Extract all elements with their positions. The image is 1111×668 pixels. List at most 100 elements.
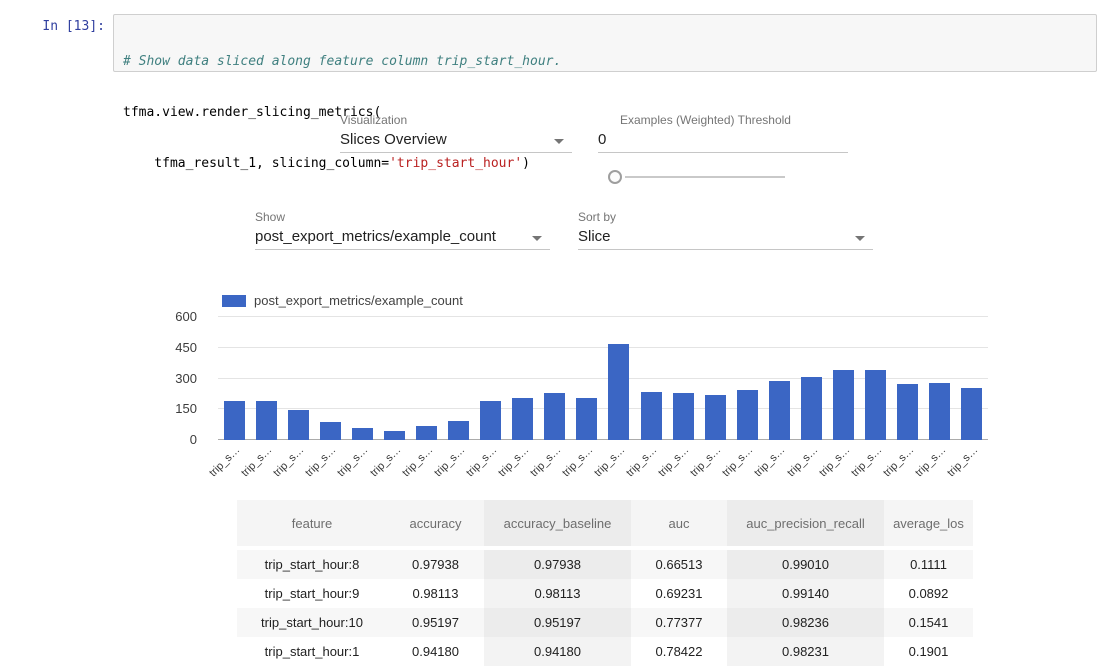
code-line-3: tfma_result_1, slicing_column='trip_star… [123, 155, 1087, 172]
bar-slot [443, 317, 475, 440]
bar[interactable] [480, 401, 501, 440]
bar[interactable] [608, 344, 629, 440]
bar-slot [282, 317, 314, 440]
bar-slot [795, 317, 827, 440]
threshold-slider[interactable] [608, 170, 788, 185]
code-line-2: tfma.view.render_slicing_metrics( [123, 104, 1087, 121]
column-header[interactable]: auc_precision_recall [727, 500, 884, 550]
table-cell: 0.1901 [884, 637, 973, 666]
bar[interactable] [352, 428, 373, 440]
chevron-down-icon[interactable] [532, 236, 542, 241]
bar[interactable] [673, 393, 694, 440]
bar-slot [378, 317, 410, 440]
table-cell: 0.99010 [727, 550, 884, 579]
bar[interactable] [769, 381, 790, 440]
table-cell: 0.94180 [484, 637, 631, 666]
sort-by-value: Slice [578, 228, 611, 245]
table-cell: 0.69231 [631, 579, 727, 608]
threshold-value: 0 [598, 131, 606, 148]
bar-slot [924, 317, 956, 440]
table-cell: 0.78422 [631, 637, 727, 666]
table-cell: trip_start_hour:9 [237, 579, 387, 608]
bar[interactable] [576, 398, 597, 440]
table-row: trip_start_hour:90.981130.981130.692310.… [237, 579, 973, 608]
legend-label: post_export_metrics/example_count [254, 293, 463, 308]
bars [218, 317, 988, 440]
bar[interactable] [448, 421, 469, 440]
bar-slot [346, 317, 378, 440]
page: In [13]: # Show data sliced along featur… [0, 0, 1111, 668]
bar-slot [699, 317, 731, 440]
table-cell: 0.98231 [727, 637, 884, 666]
show-dropdown[interactable]: post_export_metrics/example_count [255, 227, 550, 250]
table-cell: 0.97938 [387, 550, 484, 579]
bar-slot [250, 317, 282, 440]
slider-track[interactable] [625, 176, 785, 178]
x-tick: trip_s… [956, 444, 988, 480]
bar[interactable] [512, 398, 533, 440]
bar[interactable] [288, 410, 309, 440]
y-tick-label: 600 [150, 309, 197, 325]
bar-slot [731, 317, 763, 440]
visualization-dropdown[interactable]: Slices Overview [340, 130, 572, 153]
bar[interactable] [705, 395, 726, 440]
bar-slot [410, 317, 442, 440]
table-row: trip_start_hour:80.979380.979380.665130.… [237, 550, 973, 579]
chart-legend: post_export_metrics/example_count [222, 293, 463, 308]
x-axis: trip_s…trip_s…trip_s…trip_s…trip_s…trip_… [218, 444, 988, 480]
metrics-table: featureaccuracyaccuracy_baselineaucauc_p… [237, 500, 973, 666]
bar[interactable] [384, 431, 405, 440]
slider-knob[interactable] [608, 170, 622, 184]
bar[interactable] [641, 392, 662, 440]
bar[interactable] [929, 383, 950, 440]
chevron-down-icon[interactable] [855, 236, 865, 241]
bar-slot [763, 317, 795, 440]
bar[interactable] [416, 426, 437, 440]
table-header-row: featureaccuracyaccuracy_baselineaucauc_p… [237, 500, 973, 550]
bar-slot [635, 317, 667, 440]
y-axis: 0150300450600 [150, 317, 207, 440]
bar[interactable] [320, 422, 341, 440]
threshold-input[interactable]: 0 [598, 130, 848, 153]
y-tick-label: 0 [150, 432, 197, 448]
plot-area [218, 317, 988, 440]
bar[interactable] [256, 401, 277, 440]
table-cell: trip_start_hour:10 [237, 608, 387, 637]
table-row: trip_start_hour:100.951970.951970.773770… [237, 608, 973, 637]
bar-slot [603, 317, 635, 440]
bar-slot [314, 317, 346, 440]
table-cell: 0.0892 [884, 579, 973, 608]
bar-slot [667, 317, 699, 440]
bar-slot [860, 317, 892, 440]
bar-slot [827, 317, 859, 440]
bar[interactable] [865, 370, 886, 440]
column-header[interactable]: accuracy [387, 500, 484, 550]
show-value: post_export_metrics/example_count [255, 228, 496, 245]
table-cell: 0.77377 [631, 608, 727, 637]
table-cell: trip_start_hour:8 [237, 550, 387, 579]
table-cell: 0.66513 [631, 550, 727, 579]
code-cell[interactable]: # Show data sliced along feature column … [113, 14, 1097, 72]
table-header: featureaccuracyaccuracy_baselineaucauc_p… [237, 500, 973, 550]
bar[interactable] [897, 384, 918, 440]
table-cell: 0.98236 [727, 608, 884, 637]
x-tick-label: trip_s… [207, 444, 242, 479]
column-header[interactable]: accuracy_baseline [484, 500, 631, 550]
y-tick-label: 450 [150, 340, 197, 356]
table-cell: 0.1111 [884, 550, 973, 579]
sort-by-dropdown[interactable]: Slice [578, 227, 873, 250]
bar[interactable] [224, 401, 245, 440]
legend-swatch [222, 295, 246, 307]
column-header[interactable]: feature [237, 500, 387, 550]
table-cell: 0.97938 [484, 550, 631, 579]
bar-slot [571, 317, 603, 440]
chevron-down-icon[interactable] [554, 139, 564, 144]
bar[interactable] [833, 370, 854, 440]
bar[interactable] [801, 377, 822, 440]
table-cell: 0.95197 [387, 608, 484, 637]
bar[interactable] [544, 393, 565, 440]
column-header[interactable]: average_los [884, 500, 973, 550]
bar[interactable] [737, 390, 758, 440]
bar[interactable] [961, 388, 982, 440]
column-header[interactable]: auc [631, 500, 727, 550]
